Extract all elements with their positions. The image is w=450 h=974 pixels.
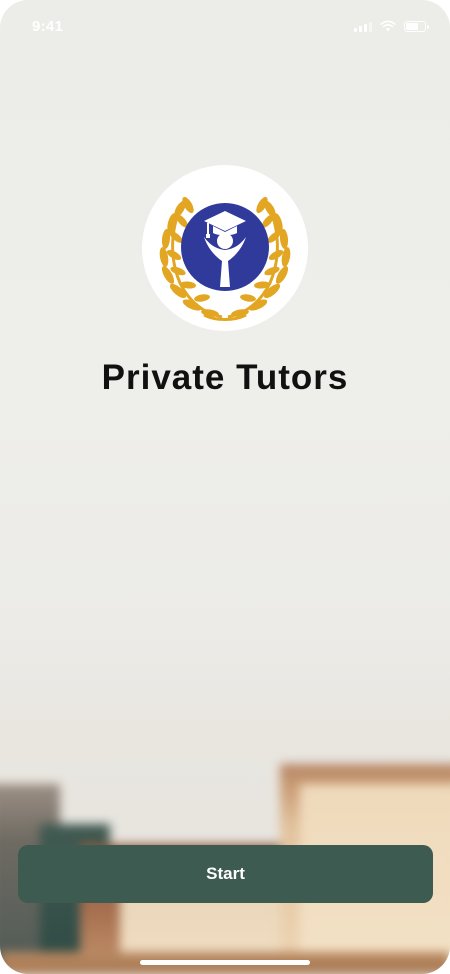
home-indicator[interactable] bbox=[140, 960, 310, 965]
graduation-cap-laurel-logo bbox=[159, 196, 291, 321]
battery-icon bbox=[404, 20, 429, 32]
app-logo bbox=[142, 165, 308, 331]
splash-screen: 9:41 Private Tutors Start bbox=[0, 0, 450, 974]
status-bar: 9:41 bbox=[0, 0, 450, 56]
signal-icon bbox=[354, 21, 372, 32]
start-button[interactable]: Start bbox=[18, 845, 433, 903]
status-time: 9:41 bbox=[32, 18, 64, 35]
app-title: Private Tutors bbox=[101, 358, 349, 397]
status-icons bbox=[354, 20, 429, 32]
wifi-icon bbox=[380, 20, 396, 32]
